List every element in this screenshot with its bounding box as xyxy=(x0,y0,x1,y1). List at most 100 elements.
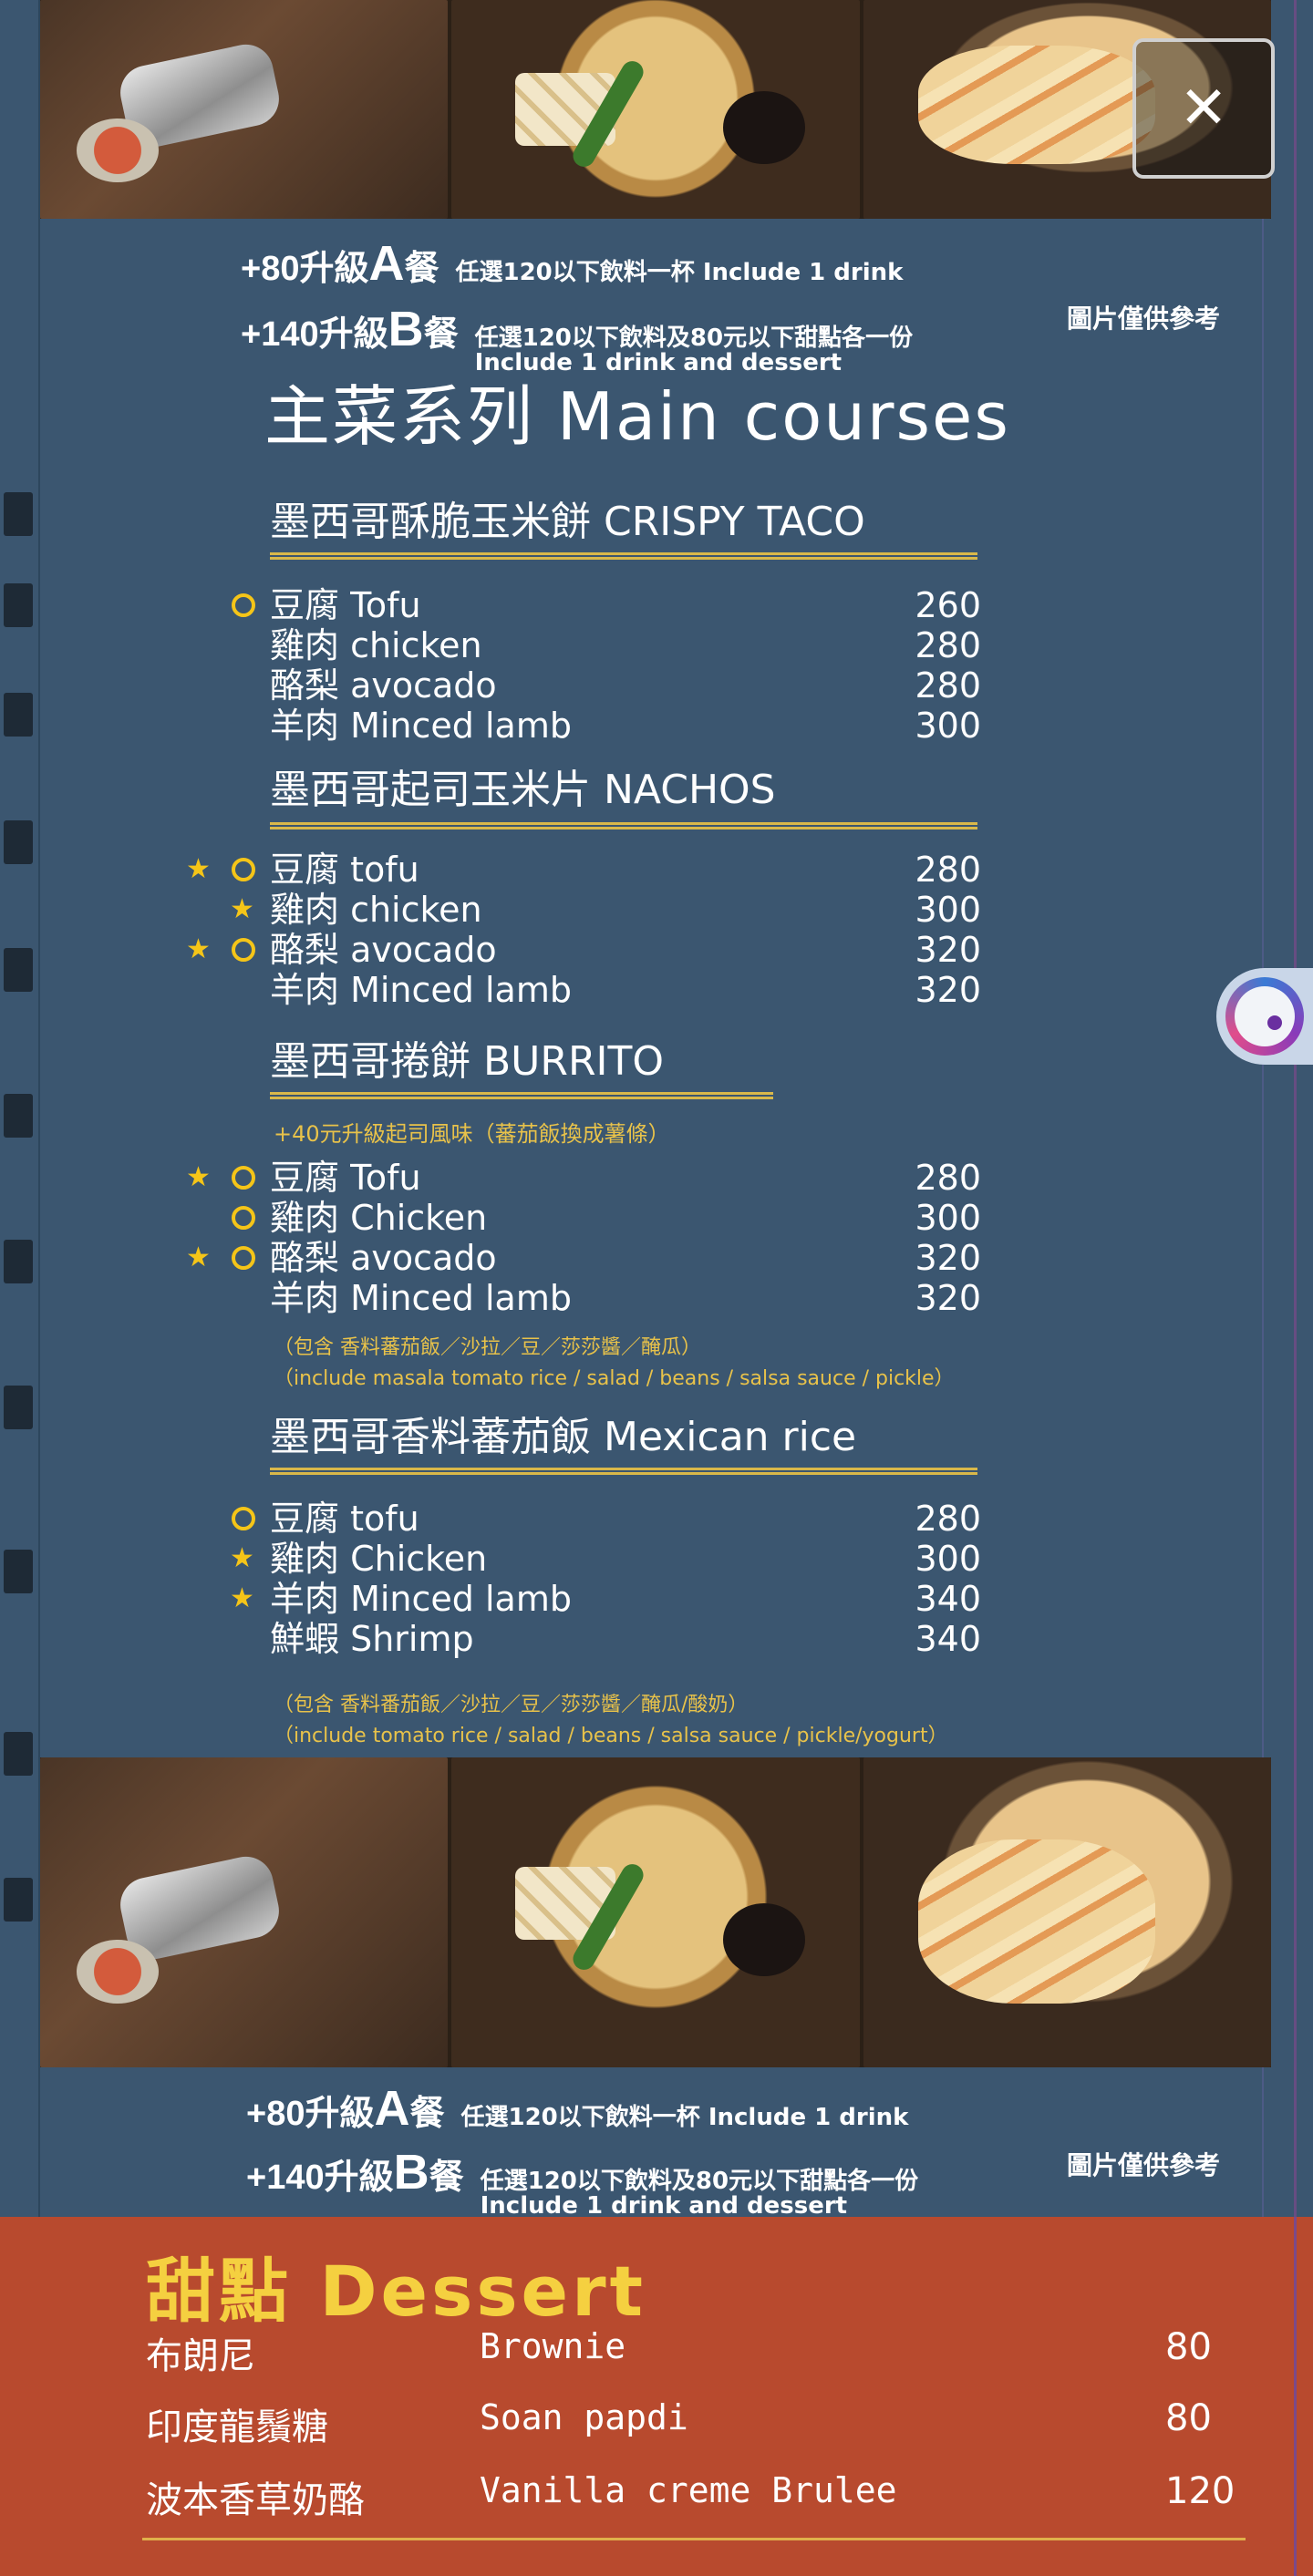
burrito-includes-zh: （包含 香料蕃茄飯／沙拉／豆／莎莎醬／醃瓜） xyxy=(274,1336,701,1359)
item-marks: ★ xyxy=(150,930,255,970)
section-rule xyxy=(270,552,977,560)
item-marks: ★ xyxy=(150,1158,255,1198)
item-name: 豆腐 tofu xyxy=(270,850,419,890)
dessert-name-zh: 布朗尼 xyxy=(146,2335,255,2377)
burrito-items: ★ 豆腐 Tofu 280 雞肉 Chicken 300 ★ 酪梨 avocado 320… xyxy=(186,1158,981,1318)
star-icon: ★ xyxy=(186,933,211,965)
item-marks xyxy=(150,1499,255,1539)
edge-glyph xyxy=(4,1878,33,1922)
main-courses-title: 主菜系列 Main courses xyxy=(264,378,1010,455)
dessert-item: 印度龍鬚糖 Soan papdi 80 xyxy=(146,2397,1240,2461)
upgrade-a-row: +80升級A餐 任選120以下飲料一杯 Include 1 drink xyxy=(241,235,903,292)
item-price: 340 xyxy=(915,1619,981,1659)
circle-icon xyxy=(232,938,255,962)
upgrade-b-label: 升級 xyxy=(324,2159,394,2197)
dessert-price: 80 xyxy=(1165,2397,1212,2439)
edge-glyph xyxy=(4,1240,33,1283)
item-name: 酪梨 avocado xyxy=(270,1238,497,1278)
rice-bowl-photo xyxy=(451,1757,860,2067)
dessert-name-zh: 波本香草奶酪 xyxy=(146,2479,365,2521)
item-name: 酪梨 avocado xyxy=(270,930,497,970)
section-heading-mexican-rice: 墨西哥香料蕃茄飯 Mexican rice xyxy=(270,1414,857,1460)
star-icon: ★ xyxy=(186,1161,211,1193)
rice-bowl-photo xyxy=(451,0,860,219)
edge-glyph xyxy=(4,1732,33,1776)
item-name: 羊肉 Minced lamb xyxy=(270,970,572,1010)
upgrade-b-note-zh: 任選120以下飲料及80元以下甜點各一份 xyxy=(474,325,914,352)
section-rule xyxy=(270,1092,773,1099)
dessert-rule xyxy=(142,2538,1246,2540)
dessert-name-en: Vanilla creme Brulee xyxy=(480,2470,897,2510)
item-name: 羊肉 Minced lamb xyxy=(270,1278,572,1318)
edge-glyph xyxy=(4,492,33,536)
close-button[interactable]: ✕ xyxy=(1132,38,1275,179)
upgrade-a-note: 任選120以下飲料一杯 Include 1 drink xyxy=(455,259,904,286)
floating-assistant-button[interactable] xyxy=(1216,968,1313,1065)
upgrade-a-row: +80升級A餐 任選120以下飲料一杯 Include 1 drink xyxy=(246,2080,908,2137)
upgrade-b-price: +140 xyxy=(241,315,319,354)
upgrade-b-note-en: Include 1 drink and dessert xyxy=(480,2192,848,2221)
burrito-photo xyxy=(40,1757,449,2067)
nachos-items: ★ 豆腐 tofu 280 ★ 雞肉 chicken 300 ★ 酪梨 avocado 32… xyxy=(186,850,981,1010)
item-name: 豆腐 Tofu xyxy=(270,585,421,625)
upgrade-a-suffix: 餐 xyxy=(409,2095,445,2133)
burrito-upgrade-note: +40元升級起司風味（蕃茄飯換成薯條） xyxy=(274,1121,670,1147)
menu-item: ★ 酪梨 avocado 320 xyxy=(186,930,981,970)
item-price: 340 xyxy=(915,1579,981,1619)
upgrade-b-label: 升級 xyxy=(318,315,388,354)
right-edge-line xyxy=(1294,2217,1297,2576)
close-icon: ✕ xyxy=(1179,75,1228,142)
item-name: 豆腐 tofu xyxy=(270,1499,419,1539)
upgrade-b-row: +140升級B餐 任選120以下飲料及80元以下甜點各一份 Include 1 d… xyxy=(246,2144,918,2220)
circle-icon xyxy=(232,858,255,881)
item-price: 300 xyxy=(915,706,981,746)
edge-glyph xyxy=(4,583,33,627)
circle-icon xyxy=(232,593,255,617)
edge-glyph xyxy=(4,1386,33,1429)
upgrade-a-note: 任選120以下飲料一杯 Include 1 drink xyxy=(460,2104,909,2131)
section-heading-taco: 墨西哥酥脆玉米餅 CRISPY TACO xyxy=(270,499,865,545)
upgrade-b-suffix: 餐 xyxy=(429,2159,464,2197)
item-marks: ★ xyxy=(150,850,255,890)
item-name: 雞肉 Chicken xyxy=(270,1198,488,1238)
item-name: 雞肉 chicken xyxy=(270,890,482,930)
edge-glyph xyxy=(4,1550,33,1593)
dessert-item: 波本香草奶酪 Vanilla creme Brulee 120 xyxy=(146,2470,1240,2534)
upgrade-a-price: +80 xyxy=(241,250,300,288)
burrito-includes-en: （include masala tomato rice / salad / be… xyxy=(274,1367,955,1390)
upgrade-info-bottom: +80升級A餐 任選120以下飲料一杯 Include 1 drink +140… xyxy=(40,2076,1271,2222)
burrito-photo xyxy=(40,0,449,219)
item-price: 260 xyxy=(915,585,981,625)
circle-icon xyxy=(232,1507,255,1530)
item-name: 雞肉 chicken xyxy=(270,625,482,665)
item-name: 豆腐 Tofu xyxy=(270,1158,421,1198)
food-photo-strip-top xyxy=(40,0,1271,219)
menu-item: 羊肉 Minced lamb 320 xyxy=(270,1278,981,1318)
section-heading-burrito: 墨西哥捲餅 BURRITO xyxy=(270,1038,665,1085)
dessert-price: 120 xyxy=(1165,2470,1235,2512)
menu-item: 雞肉 chicken 280 xyxy=(270,625,981,665)
upgrade-a-label: 升級 xyxy=(305,2095,375,2133)
item-marks xyxy=(150,1198,255,1238)
menu-item: 豆腐 tofu 280 xyxy=(232,1499,981,1539)
menu-item: 雞肉 Chicken 300 xyxy=(232,1198,981,1238)
upgrade-b-suffix: 餐 xyxy=(423,315,459,354)
upgrade-a-letter: A xyxy=(368,236,405,291)
upgrade-a-letter: A xyxy=(374,2081,410,2136)
item-name: 羊肉 Minced lamb xyxy=(270,1579,572,1619)
dessert-title: 甜點 Dessert xyxy=(146,2251,646,2332)
star-icon: ★ xyxy=(230,893,254,925)
item-price: 280 xyxy=(915,665,981,706)
menu-item: ★ 豆腐 Tofu 280 xyxy=(186,1158,981,1198)
food-photo-strip-bottom xyxy=(40,1757,1271,2067)
menu-item: 酪梨 avocado 280 xyxy=(270,665,981,706)
item-marks: ★ xyxy=(150,890,254,930)
dessert-price: 80 xyxy=(1165,2326,1212,2368)
taco-items: 豆腐 Tofu 260 雞肉 chicken 280 酪梨 avocado 280 羊… xyxy=(232,585,981,746)
dessert-item: 布朗尼 Brownie 80 xyxy=(146,2326,1240,2390)
circle-icon xyxy=(232,1206,255,1230)
edge-glyph xyxy=(4,1094,33,1138)
upgrade-b-note-zh: 任選120以下飲料及80元以下甜點各一份 xyxy=(480,2168,919,2195)
star-icon: ★ xyxy=(186,853,211,885)
menu-item: ★ 雞肉 chicken 300 xyxy=(230,890,981,930)
